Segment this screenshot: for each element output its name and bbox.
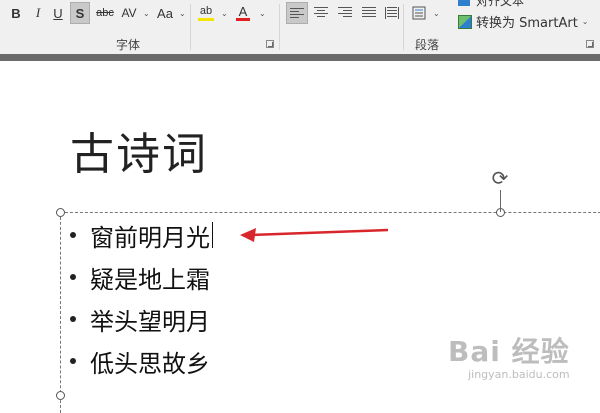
character-spacing-label: AV [121, 6, 137, 20]
ribbon-bottom-bar [0, 54, 600, 61]
list-item[interactable]: 窗前明月光 [66, 214, 213, 256]
divider [279, 4, 280, 50]
resize-handle-top-left[interactable] [56, 208, 65, 217]
chevron-down-icon[interactable]: ⌄ [179, 9, 186, 18]
divider [403, 4, 404, 50]
resize-handle-bottom-left[interactable] [56, 391, 65, 400]
character-spacing-button[interactable]: AV [118, 2, 140, 24]
font-color-label: A [238, 3, 248, 19]
italic-button[interactable]: I [28, 2, 48, 24]
list-item-text: 窗前明月光 [90, 223, 210, 252]
chevron-down-icon: ⌄ [581, 17, 589, 26]
bullet-icon [70, 274, 76, 280]
font-color-button[interactable]: A [234, 0, 252, 22]
justify-button[interactable] [358, 2, 380, 24]
bullet-icon [70, 316, 76, 322]
underline-button[interactable]: U [48, 2, 68, 24]
list-item-text: 低头思故乡 [90, 349, 210, 378]
highlight-label: ab [199, 5, 213, 17]
rotation-handle-line [500, 190, 501, 212]
align-center-icon [314, 7, 328, 19]
align-left-button[interactable] [286, 2, 308, 24]
ribbon: B I U S abc AV ⌄ Aa ⌄ ab ⌄ A ⌄ ⌄ 对齐文本 转换… [0, 0, 600, 55]
annotation-arrow [240, 228, 389, 242]
paragraph-dialog-launcher-icon[interactable] [586, 40, 594, 48]
align-text-button[interactable]: 对齐文本 [476, 0, 524, 9]
change-case-button[interactable]: Aa [154, 2, 176, 24]
highlight-button[interactable]: ab [196, 0, 216, 22]
list-item[interactable]: 疑是地上霜 [66, 256, 213, 298]
align-right-icon [338, 7, 352, 19]
list-item-text: 疑是地上霜 [90, 265, 210, 294]
font-dialog-launcher-icon[interactable] [266, 40, 274, 48]
strikethrough-button[interactable]: abc [93, 2, 117, 24]
highlight-color-swatch [198, 18, 214, 21]
distributed-button[interactable] [382, 2, 402, 24]
list-item[interactable]: 举头望明月 [66, 298, 213, 340]
chevron-down-icon[interactable]: ⌄ [259, 9, 266, 18]
watermark: Bai 经验 jingyan.baidu.com [448, 330, 570, 381]
bullet-list: 窗前明月光 疑是地上霜 举头望明月 低头思故乡 [66, 214, 213, 382]
distributed-icon [385, 7, 399, 19]
chevron-down-icon[interactable]: ⌄ [221, 9, 228, 18]
align-left-icon [290, 8, 304, 20]
slide-title[interactable]: 古诗词 [70, 118, 208, 182]
chevron-down-icon[interactable]: ⌄ [433, 9, 440, 18]
font-group-label: 字体 [116, 38, 141, 52]
convert-smartart-button[interactable]: 转换为 SmartArt ⌄ [458, 12, 589, 31]
columns-button[interactable] [408, 2, 430, 24]
bullet-icon [70, 232, 76, 238]
justify-icon [362, 7, 376, 19]
divider [190, 4, 191, 50]
align-center-button[interactable] [310, 2, 332, 24]
convert-smartart-label: 转换为 SmartArt [476, 16, 578, 31]
align-text-icon [458, 0, 470, 6]
columns-icon [412, 6, 426, 20]
font-color-swatch [236, 18, 250, 21]
bold-button[interactable]: B [6, 2, 26, 24]
rotate-icon[interactable]: ⟳ [490, 168, 510, 188]
smartart-icon [458, 14, 472, 29]
align-right-button[interactable] [334, 2, 356, 24]
paragraph-group-label: 段落 [415, 38, 440, 52]
list-item-text: 举头望明月 [90, 307, 210, 336]
chevron-down-icon[interactable]: ⌄ [143, 9, 150, 18]
text-shadow-button[interactable]: S [70, 2, 90, 24]
watermark-brand: Bai 经验 [448, 335, 570, 368]
list-item[interactable]: 低头思故乡 [66, 340, 213, 382]
text-cursor [212, 222, 213, 248]
bullet-icon [70, 358, 76, 364]
